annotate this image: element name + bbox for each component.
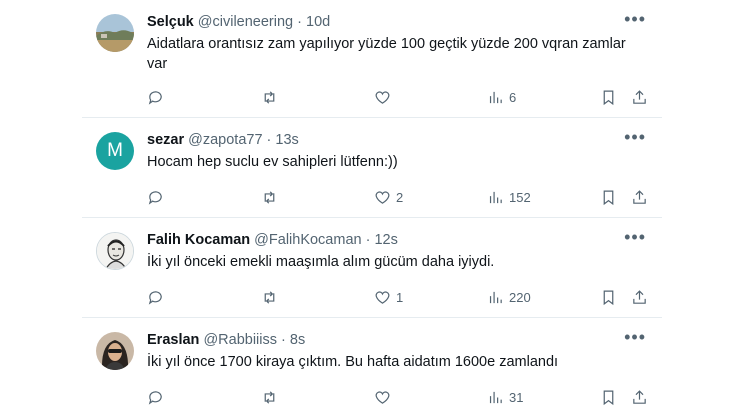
more-options-icon[interactable]: ••• xyxy=(624,228,646,246)
author-name[interactable]: Selçuk xyxy=(147,14,194,30)
share-icon xyxy=(633,389,646,404)
heart-icon xyxy=(375,391,390,404)
like-button[interactable] xyxy=(374,88,396,106)
share-button[interactable] xyxy=(631,288,648,306)
avatar-letter: M xyxy=(107,140,123,161)
retweet-icon xyxy=(264,290,275,304)
tweet-header: Falih Kocaman @FalihKocaman · 12s xyxy=(147,231,398,249)
retweet-icon xyxy=(264,390,275,404)
separator-dot: · xyxy=(297,14,302,30)
retweet-icon xyxy=(264,190,275,204)
views-button[interactable]: 220 xyxy=(487,288,531,306)
views-icon xyxy=(489,391,502,403)
share-icon xyxy=(633,289,646,304)
tweet-text: Aidatlara orantısız zam yapılıyor yüzde … xyxy=(147,36,626,72)
avatar[interactable] xyxy=(96,332,134,370)
author-handle[interactable]: @FalihKocaman xyxy=(254,232,361,248)
tweet-text: İki yıl önce 1700 kiraya çıktım. Bu haft… xyxy=(147,354,559,370)
tweet-header: sezar @zapota77 · 13s xyxy=(147,131,299,149)
reply-button[interactable] xyxy=(147,88,169,106)
bookmark-icon xyxy=(603,390,614,405)
timestamp[interactable]: 13s xyxy=(275,132,298,148)
action-bar: 31 xyxy=(147,388,646,406)
reply-button[interactable] xyxy=(147,188,169,206)
tweet-header: Selçuk @civileneering · 10d xyxy=(147,13,330,31)
avatar[interactable] xyxy=(96,14,134,52)
action-bar: 1 220 xyxy=(147,288,646,306)
separator-dot: · xyxy=(281,332,286,348)
action-bar: 6 xyxy=(147,88,646,106)
reply-icon xyxy=(148,90,162,105)
like-button[interactable]: 1 xyxy=(374,288,403,306)
portrait-avatar-image xyxy=(96,332,134,370)
views-button[interactable]: 6 xyxy=(487,88,516,106)
separator-dot: · xyxy=(266,132,272,148)
bookmark-button[interactable] xyxy=(600,188,617,206)
share-button[interactable] xyxy=(631,188,648,206)
avatar[interactable]: M xyxy=(96,132,134,170)
more-options-icon[interactable]: ••• xyxy=(624,10,646,28)
share-icon xyxy=(633,89,646,104)
author-handle[interactable]: @Rabbiiiss xyxy=(203,332,277,348)
author-name[interactable]: Eraslan xyxy=(147,332,199,348)
tweet-header: Eraslan @Rabbiiiss · 8s xyxy=(147,331,305,349)
view-count: 6 xyxy=(509,89,517,105)
more-options-icon[interactable]: ••• xyxy=(624,328,646,346)
view-count: 31 xyxy=(509,389,524,405)
reply-button[interactable] xyxy=(147,288,169,306)
views-icon xyxy=(489,191,502,203)
timestamp[interactable]: 10d xyxy=(306,14,330,30)
retweet-button[interactable] xyxy=(261,388,283,406)
timestamp[interactable]: 12s xyxy=(374,232,397,248)
bookmark-icon xyxy=(603,190,614,205)
retweet-button[interactable] xyxy=(261,88,283,106)
share-button[interactable] xyxy=(631,388,648,406)
view-count: 220 xyxy=(509,289,531,305)
heart-icon xyxy=(375,91,390,104)
retweet-button[interactable] xyxy=(261,188,283,206)
views-icon xyxy=(489,291,502,303)
like-count: 1 xyxy=(396,289,404,305)
tweet[interactable]: M sezar @zapota77 · 13s ••• Hocam hep su… xyxy=(82,118,662,218)
more-options-icon[interactable]: ••• xyxy=(624,128,646,146)
bookmark-icon xyxy=(603,290,614,305)
reply-icon xyxy=(148,290,162,305)
landscape-avatar-image xyxy=(96,14,134,52)
sketch-portrait-avatar-image xyxy=(97,233,133,269)
reply-button[interactable] xyxy=(147,388,169,406)
view-count: 152 xyxy=(509,189,531,205)
tweet[interactable]: Falih Kocaman @FalihKocaman · 12s ••• İk… xyxy=(82,218,662,318)
views-button[interactable]: 152 xyxy=(487,188,531,206)
views-button[interactable]: 31 xyxy=(487,388,523,406)
bookmark-button[interactable] xyxy=(600,88,617,106)
author-name[interactable]: Falih Kocaman xyxy=(147,232,250,248)
retweet-button[interactable] xyxy=(261,288,283,306)
reply-icon xyxy=(148,390,162,405)
tweet[interactable]: Selçuk @civileneering · 10d ••• Aidatlar… xyxy=(82,0,662,118)
like-button[interactable] xyxy=(374,388,396,406)
like-count: 2 xyxy=(396,189,404,205)
heart-icon xyxy=(375,291,390,304)
reply-icon xyxy=(148,190,162,205)
heart-icon xyxy=(375,191,390,204)
retweet-icon xyxy=(264,90,275,104)
reply-feed: Selçuk @civileneering · 10d ••• Aidatlar… xyxy=(82,0,662,420)
share-icon xyxy=(633,189,646,204)
avatar[interactable] xyxy=(96,232,134,270)
author-name[interactable]: sezar xyxy=(147,132,184,148)
author-handle[interactable]: @zapota77 xyxy=(188,132,262,148)
separator-dot: · xyxy=(365,232,371,248)
tweet[interactable]: Eraslan @Rabbiiiss · 8s ••• İki yıl önce… xyxy=(82,318,662,418)
tweet-text: İki yıl önceki emekli maaşımla alım gücü… xyxy=(147,254,495,270)
like-button[interactable]: 2 xyxy=(374,188,403,206)
bookmark-button[interactable] xyxy=(600,388,617,406)
tweet-text: Hocam hep suclu ev sahipleri lütfenn:)) xyxy=(147,154,398,170)
author-handle[interactable]: @civileneering xyxy=(198,14,293,30)
views-icon xyxy=(489,91,502,103)
bookmark-icon xyxy=(603,90,614,105)
timestamp[interactable]: 8s xyxy=(290,332,305,348)
share-button[interactable] xyxy=(631,88,648,106)
bookmark-button[interactable] xyxy=(600,288,617,306)
action-bar: 2 152 xyxy=(147,188,646,206)
